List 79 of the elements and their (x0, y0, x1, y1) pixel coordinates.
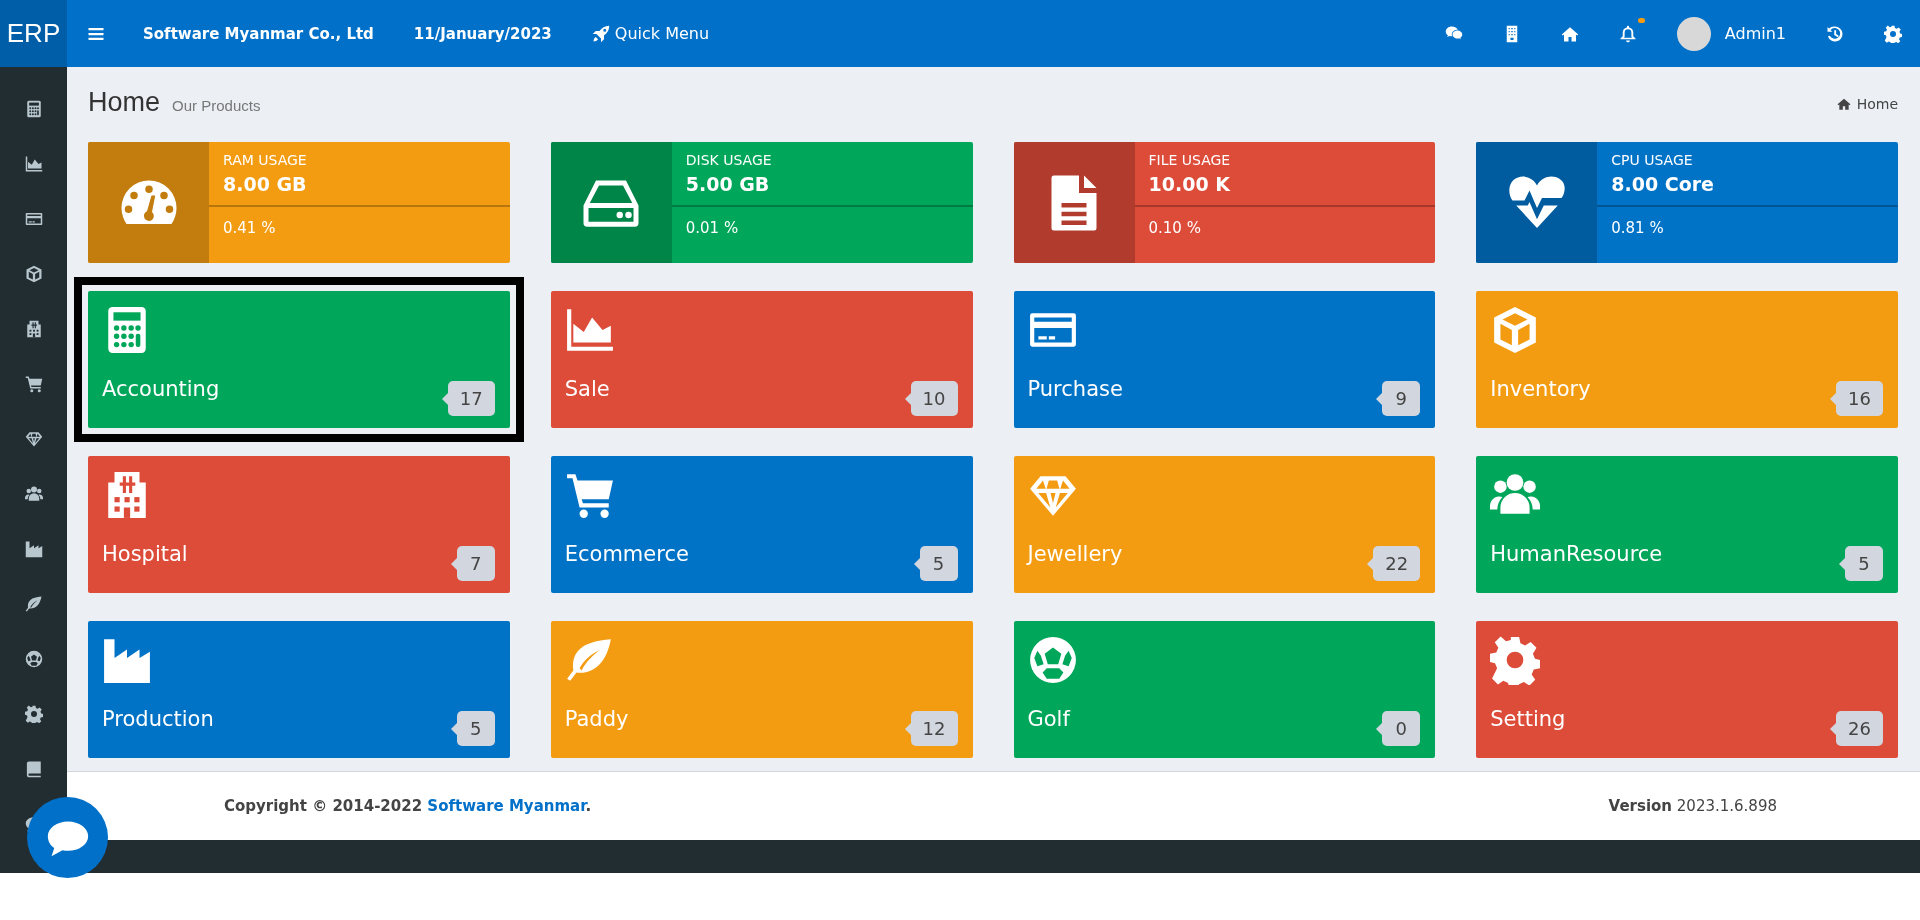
module-tile[interactable]: Setting 26 (1476, 621, 1898, 758)
module-label: Production (102, 707, 214, 731)
gear-icon (1884, 24, 1902, 43)
calculator-icon (24, 99, 43, 118)
stat-title: FILE USAGE (1148, 152, 1232, 168)
page-subtitle: Our Products (172, 97, 261, 114)
leaf-icon (24, 594, 43, 613)
users-icon (24, 484, 43, 503)
company-link[interactable]: Software Myanmar (427, 797, 586, 815)
book-icon (24, 759, 43, 778)
module-label: Jewellery (1027, 542, 1123, 566)
count-label: 10 (910, 381, 958, 416)
module-label: Ecommerce (564, 542, 689, 566)
current-date: 11/January/2023 (413, 24, 552, 43)
company-name: Software Myanmar Co., Ltd (143, 24, 374, 43)
gear-icon (1490, 635, 1541, 685)
count-label: 5 (456, 711, 495, 746)
history-button[interactable] (1826, 24, 1844, 43)
stat-value: 8.00 Core (1611, 173, 1715, 195)
settings-button[interactable] (1884, 24, 1902, 43)
cube-icon (24, 264, 43, 283)
cart-icon (24, 374, 43, 393)
module-label: HumanResource (1490, 542, 1663, 566)
stat-value: 5.00 GB (685, 173, 771, 195)
user-menu[interactable]: Admin1 (1676, 16, 1786, 51)
module-label: Accounting (102, 377, 220, 401)
module-label: Purchase (1027, 377, 1123, 401)
module-tile[interactable]: Production 5 (88, 621, 510, 758)
gear-icon (24, 704, 43, 723)
version-text: Version 2023.1.6.898 (1608, 797, 1777, 815)
module-label: Inventory (1490, 377, 1591, 401)
count-label: 9 (1382, 381, 1421, 416)
module-tile[interactable]: Ecommerce 5 (550, 456, 973, 593)
count-label: 17 (447, 381, 495, 416)
count-label: 0 (1382, 711, 1421, 746)
module-label: Setting (1490, 707, 1566, 731)
count-label: 5 (919, 546, 958, 581)
stat-title: CPU USAGE (1611, 152, 1694, 168)
count-label: 16 (1836, 381, 1883, 416)
count-label: 7 (456, 546, 495, 581)
avatar (1676, 16, 1711, 51)
count-label: 12 (910, 711, 958, 746)
module-tile[interactable]: Jewellery 22 (1013, 456, 1436, 593)
count-label: 26 (1836, 711, 1883, 746)
stat-percent: 0.10 % (1148, 219, 1202, 237)
module-tile[interactable]: Golf 0 (1013, 621, 1436, 758)
quick-menu-button[interactable]: Quick Menu (591, 24, 710, 43)
breadcrumb-link[interactable]: Home (1836, 96, 1898, 112)
module-tile[interactable]: Hospital 7 (88, 456, 510, 593)
stat-value: 10.00 K (1148, 173, 1231, 195)
rocket-icon (591, 24, 610, 43)
module-label: Golf (1027, 707, 1070, 731)
module-tile[interactable]: Inventory 16 (1476, 291, 1898, 428)
app-logo[interactable]: ERP (0, 0, 67, 67)
stat-title: DISK USAGE (685, 152, 773, 168)
stat-percent: 0.81 % (1611, 219, 1665, 237)
module-tile[interactable]: Paddy 12 (550, 621, 973, 758)
area-chart-icon (24, 154, 43, 173)
diamond-icon (24, 429, 43, 448)
stat-percent: 0.41 % (223, 219, 277, 237)
bell-icon (1618, 24, 1637, 43)
module-tile[interactable]: Sale 10 (550, 291, 973, 428)
module-label: Paddy (564, 707, 629, 731)
module-tile[interactable]: Accounting 17 (88, 291, 510, 428)
stat-value: 8.00 GB (223, 173, 308, 195)
module-tile[interactable]: HumanResource 5 (1476, 456, 1898, 593)
count-label: 5 (1845, 546, 1883, 581)
stat-title: RAM USAGE (223, 152, 308, 168)
module-label: Sale (564, 377, 610, 401)
stat-percent: 0.01 % (685, 219, 740, 237)
factory-icon (24, 539, 43, 558)
copyright-text: Copyright © 2014-2022 Software Myanmar. (224, 797, 592, 815)
home-icon (1836, 97, 1851, 111)
module-label: Hospital (102, 542, 188, 566)
history-icon (1826, 24, 1844, 43)
module-tile[interactable]: Purchase 9 (1013, 291, 1436, 428)
hospital-icon (24, 319, 43, 338)
page-title: Home (88, 87, 161, 118)
count-label: 22 (1373, 546, 1421, 581)
